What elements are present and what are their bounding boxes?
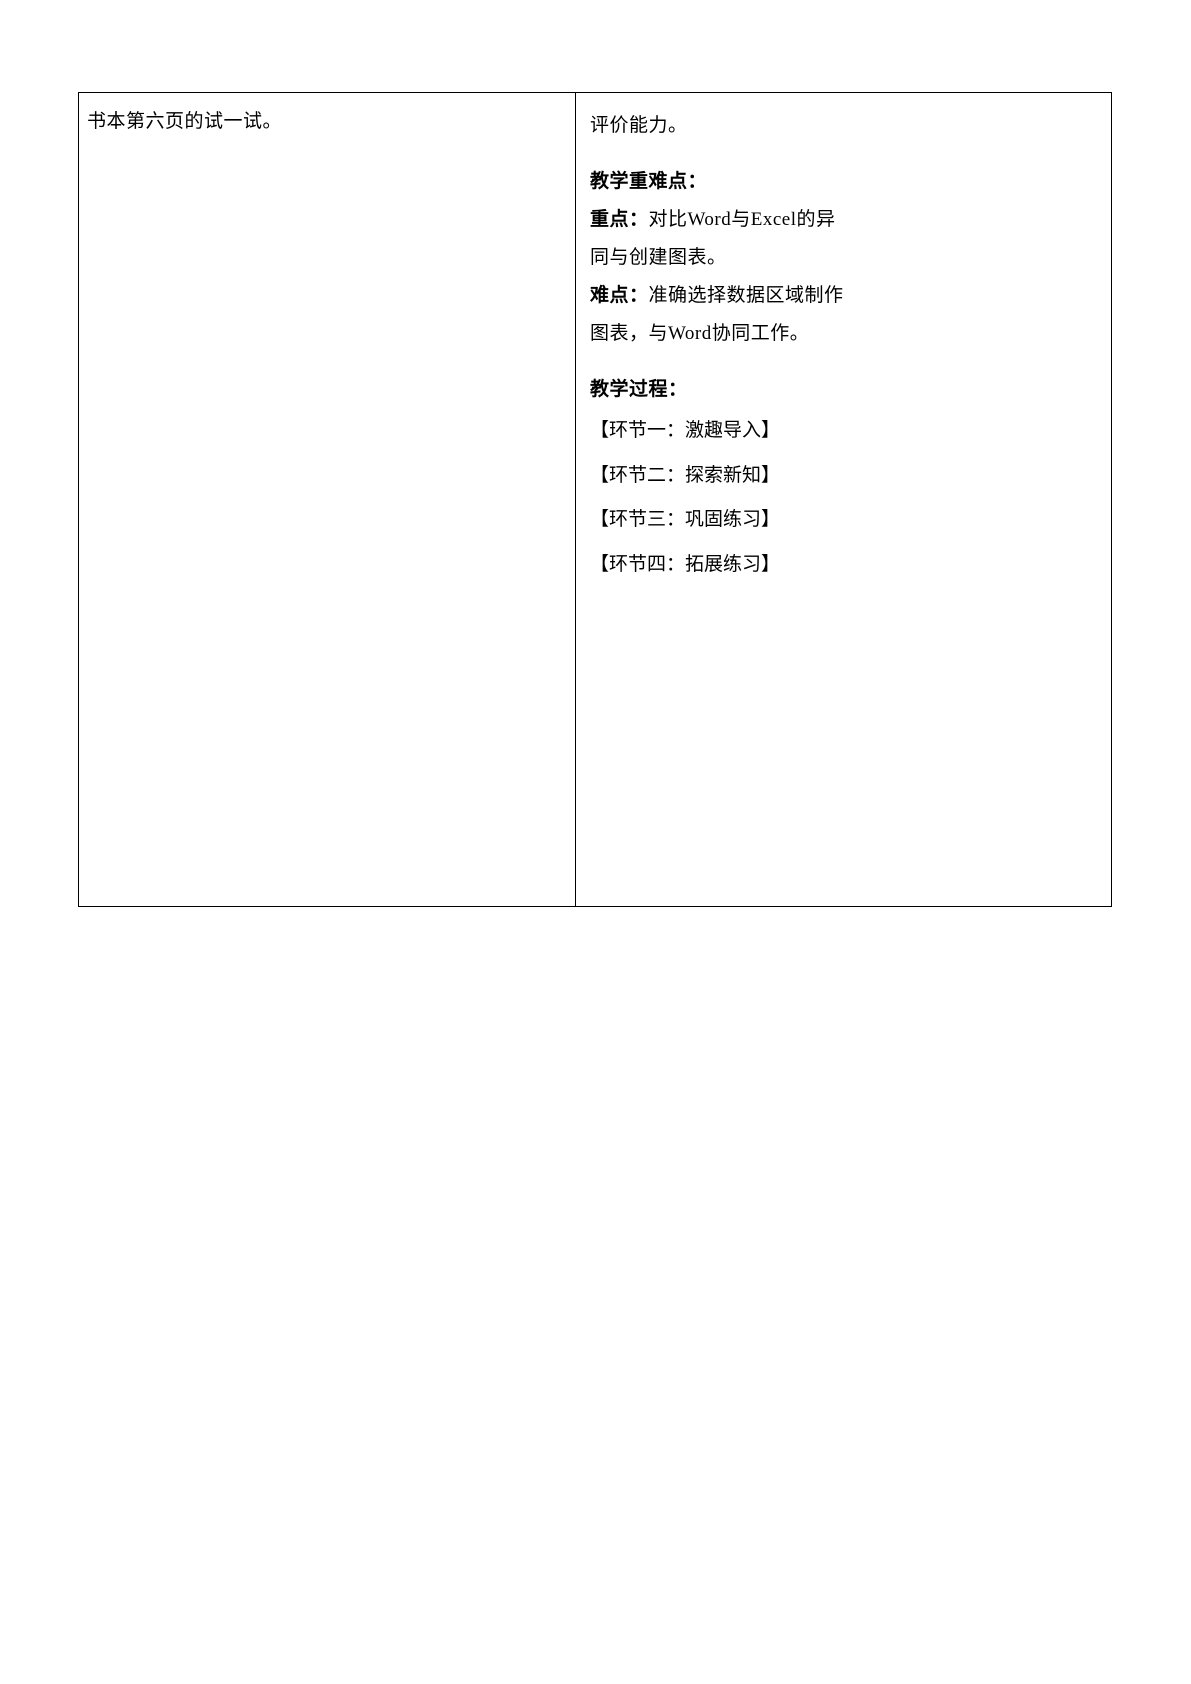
left-column: 书本第六页的试一试。	[79, 93, 576, 906]
diff-point-label: 难点：	[590, 285, 649, 306]
key-point-label: 重点：	[590, 209, 649, 230]
process-item-3: 【环节三：巩固练习】	[590, 498, 1099, 543]
process-header: 教学过程：	[590, 379, 688, 400]
key-diff-section: 教学重难点：	[590, 163, 1099, 201]
key-point-text1: 对比Word与Excel的异	[649, 209, 836, 230]
process-item-4: 【环节四：拓展练习】	[590, 543, 1099, 588]
diff-point-line1: 难点：准确选择数据区域制作	[590, 277, 1099, 315]
diff-point-line2: 图表，与Word协同工作。	[590, 315, 1099, 353]
diff-point-text1: 准确选择数据区域制作	[649, 285, 844, 306]
process-item-1: 【环节一：激趣导入】	[590, 409, 1099, 454]
key-point-line2: 同与创建图表。	[590, 239, 1099, 277]
document-table: 书本第六页的试一试。 评价能力。 教学重难点： 重点：对比Word与Excel的…	[78, 92, 1112, 907]
process-section: 教学过程：	[590, 371, 1099, 409]
key-point-line1: 重点：对比Word与Excel的异	[590, 201, 1099, 239]
eval-ability-text: 评价能力。	[590, 107, 1099, 145]
process-item-2: 【环节二：探索新知】	[590, 454, 1099, 499]
key-diff-header: 教学重难点：	[590, 171, 707, 192]
left-text-line: 书本第六页的试一试。	[87, 103, 565, 141]
right-column: 评价能力。 教学重难点： 重点：对比Word与Excel的异 同与创建图表。 难…	[576, 93, 1111, 906]
